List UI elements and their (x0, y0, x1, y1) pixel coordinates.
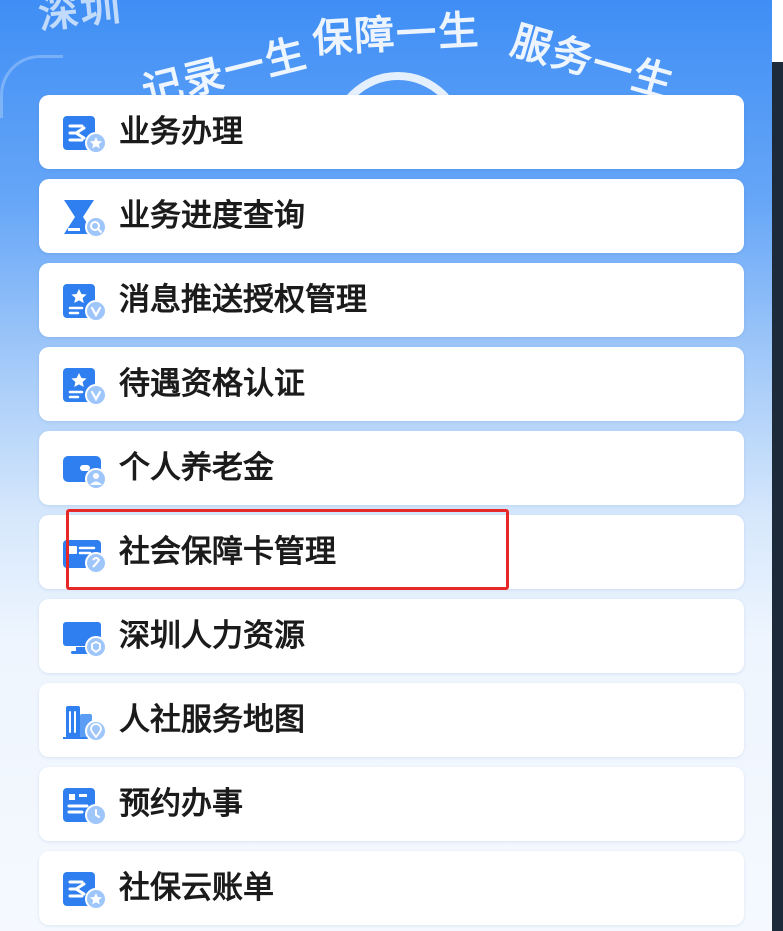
monitor-icon (63, 622, 106, 658)
menu-item-label: 消息推送授权管理 (119, 282, 367, 318)
document-star-icon (63, 872, 106, 910)
selection-highlight-box (66, 509, 509, 590)
menu-item-business-handling[interactable]: 业务办理 (39, 95, 744, 169)
document-star-icon (63, 116, 106, 154)
menu-item-label: 个人养老金 (119, 450, 274, 486)
menu-item-label: 业务进度查询 (119, 198, 305, 234)
menu-item-service-map[interactable]: 人社服务地图 (39, 683, 744, 757)
menu-item-message-push-auth[interactable]: 消息推送授权管理 (39, 263, 744, 337)
app-panel: 深圳 记录一生 保障一生 服务一生 业务办理 业务进度查询 消息推送授权管理 待… (0, 0, 772, 931)
window-side-scrollbar[interactable] (772, 62, 783, 931)
hourglass-search-icon (64, 200, 106, 238)
menu-item-benefit-qualification[interactable]: 待遇资格认证 (39, 347, 744, 421)
menu-item-label: 业务办理 (119, 114, 243, 150)
window-edge (772, 0, 783, 62)
menu-item-appointment[interactable]: 预约办事 (39, 767, 744, 841)
wallet-user-icon (63, 456, 106, 490)
menu-item-cloud-bill[interactable]: 社保云账单 (39, 851, 744, 925)
badge-verified-icon (63, 368, 106, 406)
menu-item-personal-pension[interactable]: 个人养老金 (39, 431, 744, 505)
calendar-clock-icon (63, 788, 106, 826)
menu-item-label: 待遇资格认证 (119, 366, 305, 402)
menu-item-progress-query[interactable]: 业务进度查询 (39, 179, 744, 253)
banner-word: 深圳 (36, 0, 125, 39)
building-location-icon (63, 706, 106, 742)
menu-item-shenzhen-hr[interactable]: 深圳人力资源 (39, 599, 744, 673)
banner-word: 保障一生 (311, 7, 482, 63)
menu-item-label: 社保云账单 (119, 870, 274, 906)
badge-verified-icon (63, 284, 106, 322)
menu-item-label: 人社服务地图 (119, 702, 305, 738)
menu-item-label: 预约办事 (119, 786, 243, 822)
menu-item-label: 深圳人力资源 (119, 618, 305, 654)
